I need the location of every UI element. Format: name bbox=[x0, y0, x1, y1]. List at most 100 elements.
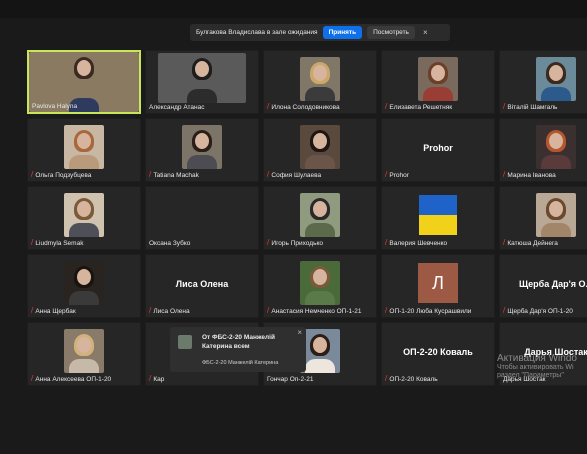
video-body bbox=[305, 155, 335, 169]
participant-tile[interactable]: ⧸ Анастасия Немченко ОП-1-21 bbox=[263, 254, 377, 318]
video-face bbox=[431, 65, 445, 81]
waiting-room-message: Булгакова Владислава в зале ожидания bbox=[196, 29, 318, 36]
muted-mic-icon: ⧸ bbox=[267, 239, 270, 246]
participant-name-label: Pavlova Halyna bbox=[32, 103, 137, 110]
video-body bbox=[423, 87, 453, 101]
participant-video bbox=[418, 57, 458, 101]
participant-name: Анна Алексеева ОП-1-20 bbox=[35, 375, 112, 383]
participant-tile[interactable]: ⧸ Віталій Шамгаль bbox=[499, 50, 587, 114]
participant-video bbox=[300, 125, 340, 169]
top-strip bbox=[0, 0, 587, 18]
video-face bbox=[313, 65, 327, 81]
muted-mic-icon: ⧸ bbox=[31, 307, 34, 314]
chat-notification[interactable]: От ФБС-2-20 Манжелій Катерина всем ФБС-2… bbox=[170, 327, 306, 372]
participant-name: Tatiana Machak bbox=[153, 171, 199, 179]
participant-video bbox=[182, 125, 222, 169]
participant-video bbox=[64, 261, 104, 305]
participant-name: Игорь Приходько bbox=[271, 239, 323, 247]
video-face bbox=[77, 337, 91, 353]
participant-name: Валерия Шевченко bbox=[389, 239, 448, 247]
muted-mic-icon: ⧸ bbox=[149, 171, 152, 178]
participant-tile[interactable]: ⧸ София Шулаева bbox=[263, 118, 377, 182]
participant-tile[interactable]: Щерба Дар'я О... ⧸ Щерба Дар'я ОП-1-20 bbox=[499, 254, 587, 318]
watermark-line-2: Чтобы активировать Wi bbox=[497, 364, 574, 371]
admit-button[interactable]: Принять bbox=[322, 26, 363, 39]
video-face bbox=[313, 269, 327, 285]
view-button[interactable]: Посмотреть bbox=[367, 26, 415, 39]
participant-video bbox=[536, 193, 576, 237]
participant-name-label: ⧸ Валерия Шевченко bbox=[385, 239, 492, 247]
participant-name: Илона Солодовникова bbox=[271, 103, 340, 111]
participant-name-label: ⧸ Анна Щербак bbox=[31, 307, 138, 315]
participant-name-label: Оксана Зубко bbox=[149, 240, 256, 247]
muted-mic-icon: ⧸ bbox=[31, 375, 34, 382]
muted-mic-icon: ⧸ bbox=[267, 103, 270, 110]
participant-name-label: ⧸ Илона Солодовникова bbox=[267, 103, 374, 111]
participant-tile[interactable]: Л ⧸ ОП-1-20 Люба Кусрашвили bbox=[381, 254, 495, 318]
muted-mic-icon: ⧸ bbox=[385, 239, 388, 246]
participant-name: Анастасия Немченко ОП-1-21 bbox=[271, 307, 362, 315]
participant-tile[interactable]: ⧸ Илона Солодовникова bbox=[263, 50, 377, 114]
participant-tile[interactable]: Pavlova Halyna bbox=[27, 50, 141, 114]
participant-display-name: Лиса Олена bbox=[175, 279, 229, 289]
participant-video bbox=[300, 261, 340, 305]
video-face bbox=[313, 133, 327, 149]
video-body bbox=[305, 223, 335, 237]
muted-mic-icon: ⧸ bbox=[503, 307, 506, 314]
flag-yellow-stripe bbox=[419, 215, 457, 235]
video-body bbox=[541, 155, 571, 169]
muted-mic-icon: ⧸ bbox=[385, 375, 388, 382]
muted-mic-icon: ⧸ bbox=[503, 239, 506, 246]
participant-tile[interactable]: Prohor ⧸ Prohor bbox=[381, 118, 495, 182]
video-face bbox=[77, 60, 91, 76]
participant-tile[interactable]: ⧸ Liudmyla Semak bbox=[27, 186, 141, 250]
participant-name-label: ⧸ Елизавета Решетняк bbox=[385, 103, 492, 111]
participant-tile[interactable]: ⧸ Tatiana Machak bbox=[145, 118, 259, 182]
participant-name-label: ⧸ Щерба Дар'я ОП-1-20 bbox=[503, 307, 587, 315]
ukraine-flag-icon bbox=[419, 195, 457, 235]
participant-tile[interactable]: ⧸ Анна Алексеева ОП-1-20 bbox=[27, 322, 141, 386]
participant-tile[interactable]: Александр Атанас bbox=[145, 50, 259, 114]
participant-name: Анна Щербак bbox=[35, 307, 76, 315]
flag-blue-stripe bbox=[419, 195, 457, 215]
video-body bbox=[187, 155, 217, 169]
participant-name-label: ⧸ Кар bbox=[149, 375, 256, 383]
participant-name: Віталій Шамгаль bbox=[507, 103, 558, 111]
video-face bbox=[313, 201, 327, 217]
participant-name-label: Гончар Оп-2-21 bbox=[267, 376, 374, 383]
close-icon[interactable]: × bbox=[423, 28, 428, 37]
participant-tile[interactable]: ОП-2-20 Коваль ⧸ ОП-2-20 Коваль bbox=[381, 322, 495, 386]
participant-initial-avatar: Л bbox=[418, 263, 458, 303]
participant-video bbox=[300, 193, 340, 237]
participant-tile[interactable]: ⧸ Игорь Приходько bbox=[263, 186, 377, 250]
participant-tile[interactable]: ⧸ Марина Іванова bbox=[499, 118, 587, 182]
participant-name: Лиса Олена bbox=[153, 307, 190, 315]
video-face bbox=[77, 201, 91, 217]
muted-mic-icon: ⧸ bbox=[385, 171, 388, 178]
participant-name: Гончар Оп-2-21 bbox=[267, 376, 314, 383]
participant-name: Оксана Зубко bbox=[149, 240, 191, 247]
participant-display-name: Щерба Дар'я О... bbox=[518, 279, 587, 289]
participant-name: Елизавета Решетняк bbox=[389, 103, 453, 111]
waiting-room-notification: Булгакова Владислава в зале ожидания При… bbox=[190, 24, 450, 41]
muted-mic-icon: ⧸ bbox=[31, 239, 34, 246]
video-body bbox=[305, 359, 335, 373]
video-body bbox=[69, 359, 99, 373]
participant-name: Александр Атанас bbox=[149, 104, 205, 111]
muted-mic-icon: ⧸ bbox=[267, 171, 270, 178]
participant-name-label: ⧸ Катюша Дейнега bbox=[503, 239, 587, 247]
participant-display-name: Prohor bbox=[423, 143, 453, 153]
participant-name-label: ⧸ Анастасия Немченко ОП-1-21 bbox=[267, 307, 374, 315]
participant-tile[interactable]: ⧸ Елизавета Решетняк bbox=[381, 50, 495, 114]
muted-mic-icon: ⧸ bbox=[267, 307, 270, 314]
participant-tile[interactable]: ⧸ Валерия Шевченко bbox=[381, 186, 495, 250]
participant-tile[interactable]: ⧸ Ольга Подзубцева bbox=[27, 118, 141, 182]
muted-mic-icon: ⧸ bbox=[385, 307, 388, 314]
close-icon[interactable]: × bbox=[297, 328, 302, 337]
participant-tile[interactable]: Лиса Олена ⧸ Лиса Олена bbox=[145, 254, 259, 318]
participant-name-label: ⧸ ОП-1-20 Люба Кусрашвили bbox=[385, 307, 492, 315]
windows-activation-watermark: Активация Windo Чтобы активировать Wi ра… bbox=[497, 353, 577, 380]
participant-tile[interactable]: ⧸ Анна Щербак bbox=[27, 254, 141, 318]
participant-tile[interactable]: ⧸ Катюша Дейнега bbox=[499, 186, 587, 250]
participant-tile[interactable]: Оксана Зубко bbox=[145, 186, 259, 250]
